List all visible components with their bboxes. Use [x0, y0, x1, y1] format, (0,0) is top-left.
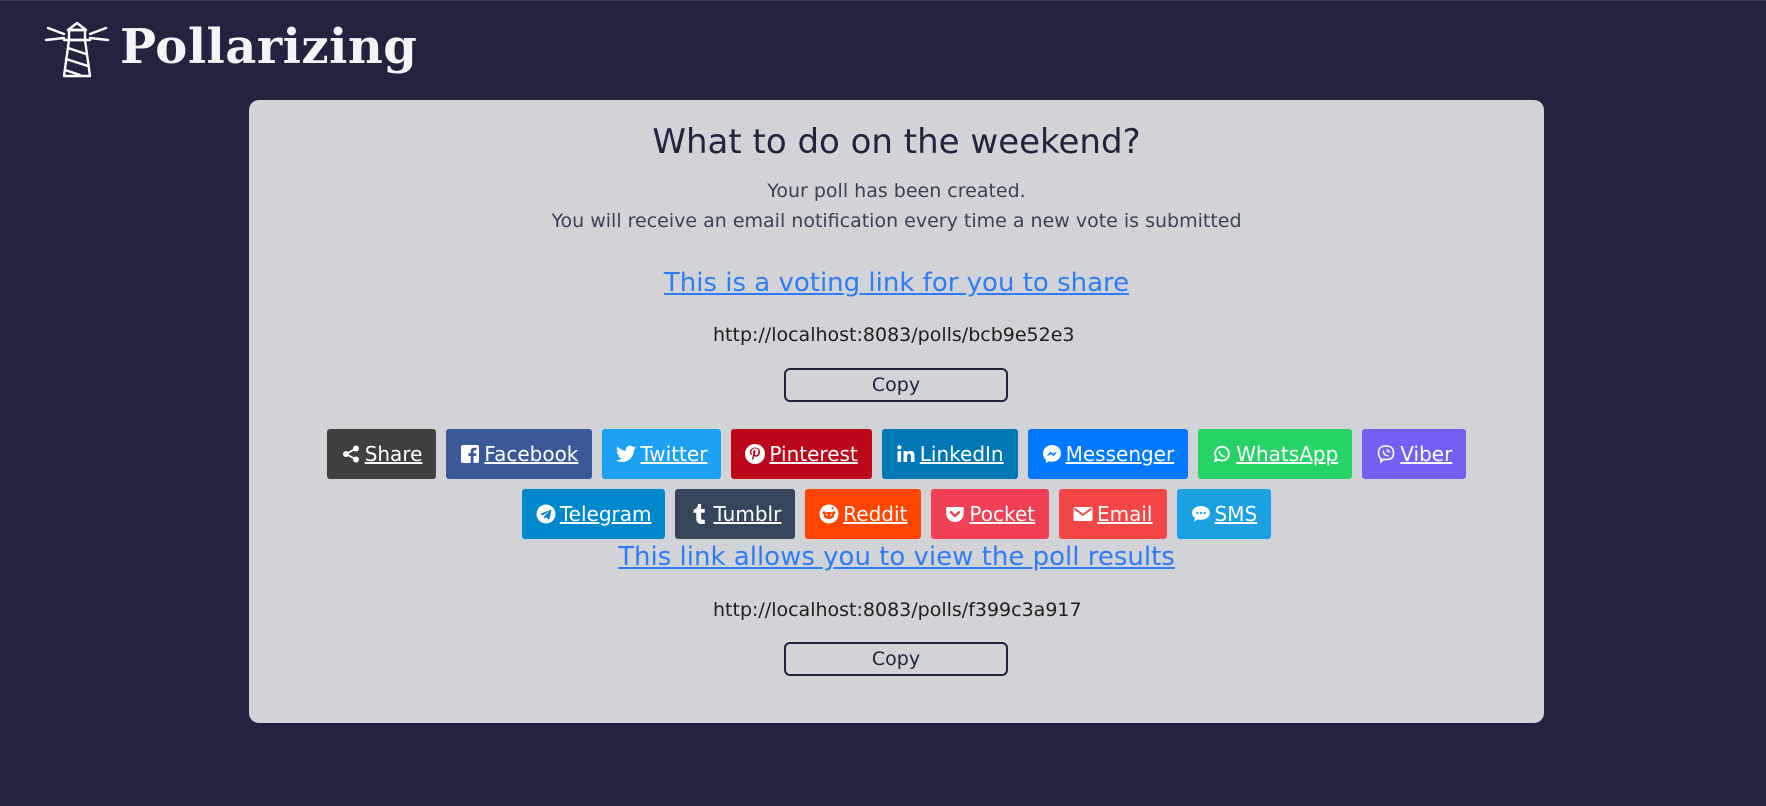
results-url[interactable]: http://localhost:8083/polls/f399c3a917: [713, 599, 1083, 629]
telegram-share-button[interactable]: Telegram: [521, 489, 666, 539]
sms-share-button[interactable]: SMS: [1176, 489, 1272, 539]
share-buttons-row-1: Share Facebook Twitter Pinterest LinkedI…: [249, 429, 1544, 479]
sms-icon: [1191, 504, 1211, 524]
whatsapp-label: WhatsApp: [1236, 442, 1339, 466]
brand-logo[interactable]: Pollarizing: [44, 14, 417, 80]
copy-results-link-button[interactable]: Copy: [784, 642, 1008, 676]
telegram-icon: [536, 504, 556, 524]
twitter-label: Twitter: [640, 442, 708, 466]
email-icon: [1073, 504, 1093, 524]
email-label: Email: [1097, 502, 1153, 526]
viber-icon: [1376, 444, 1396, 464]
lighthouse-icon: [44, 14, 110, 80]
telegram-label: Telegram: [559, 502, 652, 526]
whatsapp-share-button[interactable]: WhatsApp: [1198, 429, 1353, 479]
share-icon: [341, 444, 361, 464]
email-share-button[interactable]: Email: [1059, 489, 1167, 539]
created-message: Your poll has been created.: [767, 180, 1026, 202]
tumblr-label: Tumblr: [713, 502, 782, 526]
facebook-label: Facebook: [484, 442, 579, 466]
voting-link-heading[interactable]: This is a voting link for you to share: [249, 268, 1544, 298]
linkedin-label: LinkedIn: [919, 442, 1004, 466]
notification-message: You will receive an email notification e…: [551, 210, 1242, 232]
pinterest-icon: [745, 444, 766, 464]
messenger-share-button[interactable]: Messenger: [1027, 429, 1189, 479]
reddit-icon: [819, 504, 839, 524]
pinterest-share-button[interactable]: Pinterest: [731, 429, 872, 479]
voting-url[interactable]: http://localhost:8083/polls/bcb9e52e3: [713, 324, 1083, 354]
viber-share-button[interactable]: Viber: [1362, 429, 1467, 479]
reddit-share-button[interactable]: Reddit: [805, 489, 922, 539]
voting-link-text[interactable]: This is a voting link for you to share: [664, 268, 1129, 298]
results-link-text[interactable]: This link allows you to view the poll re…: [618, 542, 1175, 572]
linkedin-share-button[interactable]: LinkedIn: [881, 429, 1018, 479]
linkedin-icon: [896, 444, 916, 464]
pinterest-label: Pinterest: [769, 442, 858, 466]
pocket-share-button[interactable]: Pocket: [931, 489, 1049, 539]
reddit-label: Reddit: [843, 502, 908, 526]
viber-label: Viber: [1400, 442, 1453, 466]
messenger-label: Messenger: [1065, 442, 1175, 466]
tumblr-share-button[interactable]: Tumblr: [675, 489, 796, 539]
share-button[interactable]: Share: [326, 429, 437, 479]
whatsapp-icon: [1212, 444, 1232, 464]
results-link-heading[interactable]: This link allows you to view the poll re…: [249, 542, 1544, 572]
poll-created-card: What to do on the weekend? Your poll has…: [249, 100, 1544, 723]
messenger-icon: [1042, 444, 1062, 464]
poll-title: What to do on the weekend?: [652, 122, 1141, 162]
facebook-share-button[interactable]: Facebook: [446, 429, 593, 479]
pocket-icon: [945, 504, 965, 524]
brand-name: Pollarizing: [120, 19, 418, 75]
facebook-icon: [460, 444, 480, 464]
twitter-share-button[interactable]: Twitter: [602, 429, 722, 479]
share-buttons-row-2: Telegram Tumblr Reddit Pocket Email SMS: [249, 489, 1544, 539]
tumblr-icon: [689, 504, 709, 524]
copy-voting-link-button[interactable]: Copy: [784, 368, 1008, 402]
sms-label: SMS: [1214, 502, 1258, 526]
pocket-label: Pocket: [969, 502, 1035, 526]
top-border: [0, 0, 1766, 1]
twitter-icon: [616, 444, 637, 464]
share-button-label: Share: [364, 442, 423, 466]
